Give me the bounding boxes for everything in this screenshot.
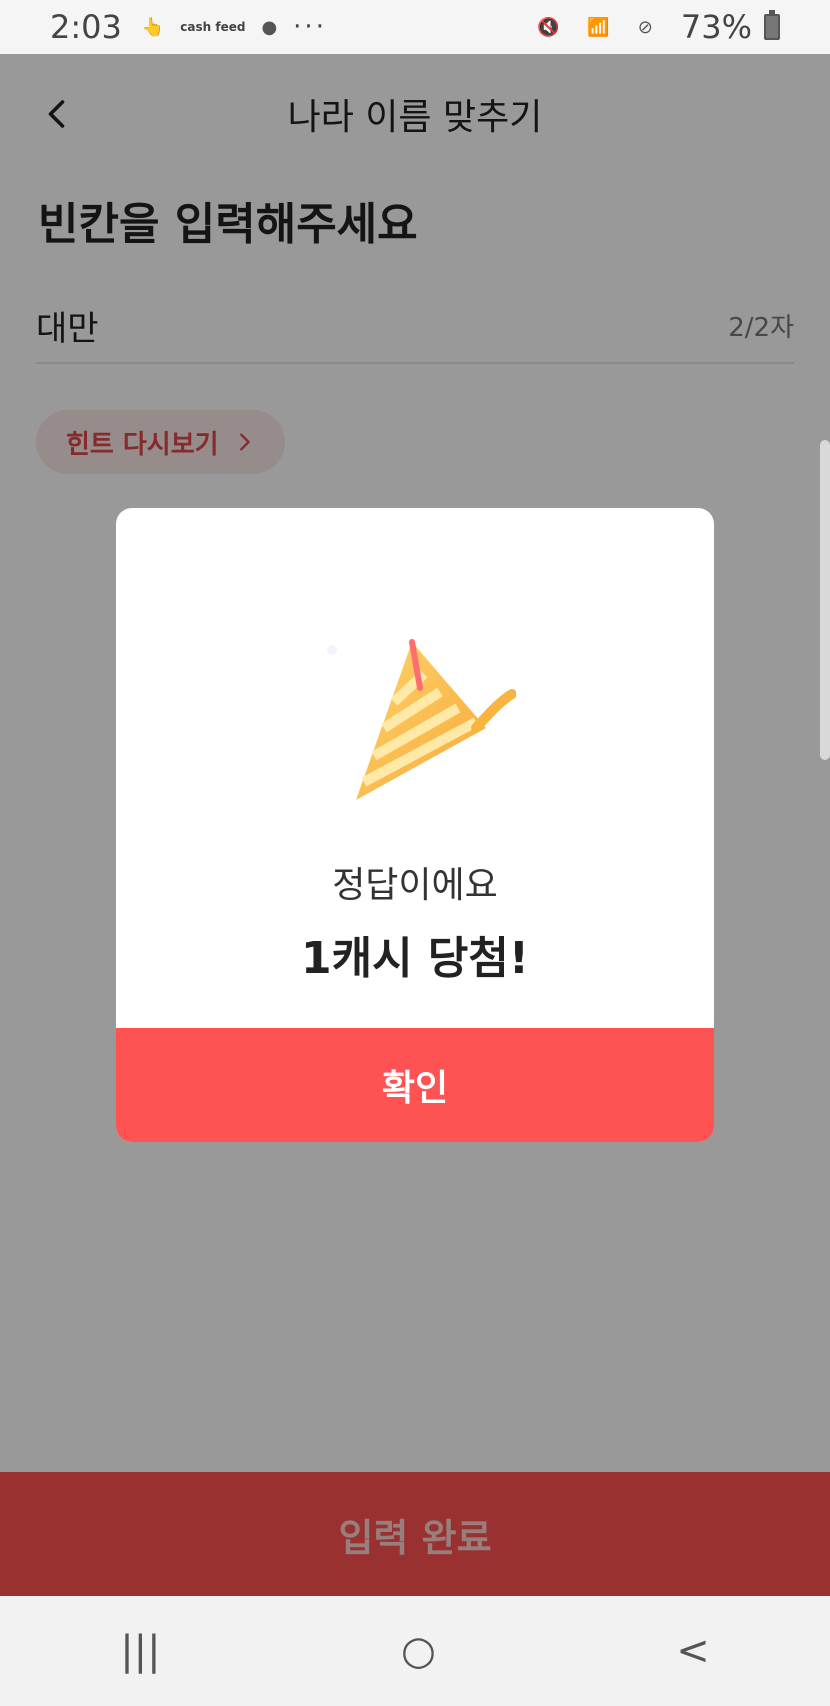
confirm-button[interactable]: 확인 [116,1028,714,1142]
home-icon[interactable]: ○ [401,1628,436,1674]
reward-title: 1캐시 당첨! [301,933,529,984]
status-time: 2:03 [50,8,122,46]
status-more: ··· [293,12,327,42]
back-nav-icon[interactable]: < [676,1628,710,1674]
android-nav-bar: ||| ○ < [0,1596,830,1706]
app-screen: 2:03 👆 cash feed ● ··· 🔇 📶 ⊘ 73% 나라 이름 맞… [0,0,830,1706]
cashfeed-icon: cash feed [180,20,246,34]
scrollbar[interactable] [820,440,830,760]
status-bar: 2:03 👆 cash feed ● ··· 🔇 📶 ⊘ 73% [0,0,830,54]
battery-icon [764,10,780,40]
result-modal: 정답이에요 1캐시 당첨! 확인 [116,508,714,1142]
wifi-icon: 📶 [587,16,610,38]
confirm-label: 확인 [381,1068,449,1109]
party-popper-icon [327,639,516,800]
hand-icon: 👆 [141,16,165,38]
status-right: 🔇 📶 ⊘ 73% [537,8,780,46]
mute-icon: 🔇 [536,16,560,38]
battery-percentage: 73% [680,8,752,46]
correct-message: 정답이에요 [332,865,498,906]
recent-apps-icon[interactable]: ||| [120,1628,160,1674]
c-icon: ● [261,16,278,38]
do-not-disturb-icon: ⊘ [637,16,653,38]
